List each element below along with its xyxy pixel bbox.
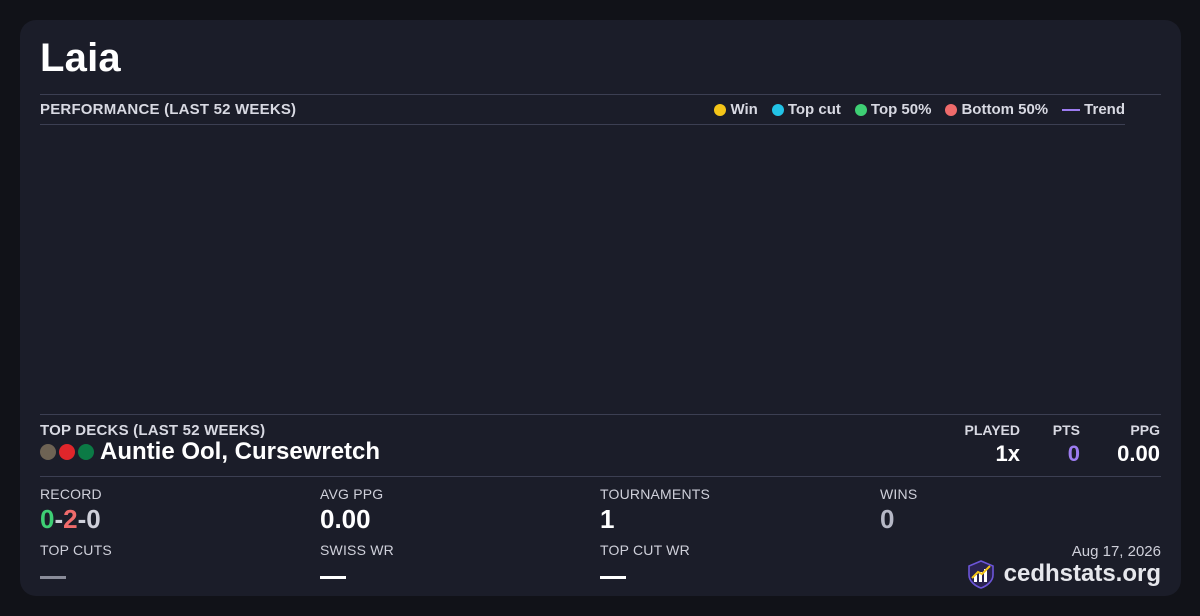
player-name: Laia — [40, 36, 121, 80]
record-value: 0-2-0 — [40, 504, 101, 535]
ppg-column-header: PPG — [1130, 422, 1160, 438]
deck-name[interactable]: Auntie Ool, Cursewretch — [100, 438, 380, 466]
mana-colorless-icon — [40, 444, 56, 460]
brand[interactable]: cedhstats.org — [966, 559, 1161, 589]
legend-top-cut-marker — [771, 103, 784, 116]
mana-green-icon — [78, 444, 94, 460]
legend-top-cut: Top cut — [771, 101, 841, 118]
legend-top-50-marker — [854, 103, 867, 116]
deck-row[interactable]: Auntie Ool, Cursewretch — [40, 438, 380, 466]
legend-win-label: Win — [730, 101, 758, 118]
legend-top-cut-label: Top cut — [787, 101, 841, 118]
divider — [40, 476, 1161, 477]
snapshot-date: Aug 17, 2026 — [1071, 543, 1161, 560]
played-column-header: PLAYED — [964, 422, 1020, 438]
deck-ppg: 0.00 — [1117, 441, 1160, 466]
deck-played: 1x — [995, 441, 1020, 466]
record-wins: 0 — [40, 504, 55, 534]
divider — [40, 414, 1161, 415]
record-losses: 2 — [63, 504, 78, 534]
swiss-wr-empty-value — [320, 576, 346, 579]
legend-top-50-label: Top 50% — [870, 101, 932, 118]
record-separator: - — [54, 504, 64, 534]
legend-win-marker — [714, 103, 727, 116]
legend-bottom-50-marker — [945, 103, 958, 116]
record-label: RECORD — [40, 486, 102, 502]
legend-trend: Trend — [1062, 101, 1125, 118]
brand-name[interactable]: cedhstats.org — [1004, 560, 1161, 588]
record-separator: - — [77, 504, 87, 534]
deck-pts: 0 — [1067, 441, 1080, 466]
top-decks-title: TOP DECKS (LAST 52 WEEKS) — [40, 422, 266, 439]
mana-red-icon — [59, 444, 75, 460]
top-cut-wr-empty-value — [600, 576, 626, 579]
record-draws: 0 — [86, 504, 101, 534]
legend-bottom-50: Bottom 50% — [945, 101, 1048, 118]
wins-value: 0 — [880, 504, 895, 534]
legend-trend-label: Trend — [1084, 101, 1125, 118]
player-card: Laia PERFORMANCE (LAST 52 WEEKS) Win Top… — [20, 20, 1181, 596]
legend-trend-marker — [1062, 108, 1081, 111]
avg-ppg-value: 0.00 — [320, 504, 371, 534]
chart-legend: Win Top cut Top 50% Bottom 50% Trend — [714, 101, 1125, 118]
swiss-wr-label: SWISS WR — [320, 542, 394, 558]
top-cuts-empty-value — [40, 576, 66, 579]
legend-top-50: Top 50% — [854, 101, 932, 118]
top-cut-wr-label: TOP CUT WR — [600, 542, 690, 558]
avg-ppg-label: AVG PPG — [320, 486, 384, 502]
legend-bottom-50-label: Bottom 50% — [961, 101, 1049, 118]
pts-column-header: PTS — [1052, 422, 1080, 438]
performance-chart-area — [40, 125, 1125, 413]
bar-chart-shield-icon — [967, 560, 994, 589]
performance-title: PERFORMANCE (LAST 52 WEEKS) — [40, 101, 297, 118]
tournaments-value: 1 — [600, 504, 615, 534]
top-cuts-label: TOP CUTS — [40, 542, 112, 558]
tournaments-label: TOURNAMENTS — [600, 486, 711, 502]
wins-label: WINS — [880, 486, 918, 502]
legend-win: Win — [714, 101, 758, 118]
divider — [40, 94, 1161, 95]
